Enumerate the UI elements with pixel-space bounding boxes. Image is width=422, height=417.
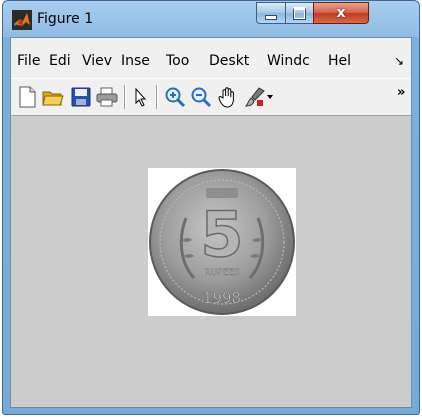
maximize-button[interactable]	[285, 2, 314, 24]
minimize-icon	[265, 14, 277, 20]
figure-client-area: File Edi Viev Inse Too Deskt Windc Hel ↘	[10, 37, 412, 408]
save-icon[interactable]	[69, 85, 93, 109]
zoom-out-icon[interactable]	[189, 85, 213, 109]
toolbar-separator	[156, 85, 158, 109]
menu-file[interactable]: File	[17, 53, 40, 69]
menu-window[interactable]: Windc	[267, 53, 310, 69]
zoom-in-icon[interactable]	[163, 85, 187, 109]
maximize-icon	[293, 6, 306, 20]
new-figure-icon[interactable]	[15, 85, 39, 109]
menu-desktop[interactable]: Deskt	[209, 53, 249, 69]
toolbar-overflow-button[interactable]: »	[397, 85, 405, 100]
figure-toolbar: »	[11, 78, 411, 116]
edit-plot-arrow-icon[interactable]	[129, 85, 153, 109]
coin-image[interactable]: 5 RUPEES 1998	[148, 168, 296, 316]
figure-window: Figure 1 x File Edi Viev Inse Too Deskt …	[2, 0, 420, 415]
chevron-right-icon[interactable]: ↘	[394, 54, 404, 68]
open-file-icon[interactable]	[41, 85, 65, 109]
coin-numeral: 5	[200, 198, 243, 271]
close-button[interactable]: x	[313, 2, 369, 24]
matlab-logo-icon	[12, 10, 32, 30]
menu-tools[interactable]: Too	[166, 53, 189, 69]
menu-insert[interactable]: Inse	[121, 53, 150, 69]
toolbar-separator	[124, 85, 126, 109]
menu-help[interactable]: Hel	[328, 53, 351, 69]
window-title: Figure 1	[37, 11, 94, 27]
print-icon[interactable]	[95, 85, 119, 109]
title-bar[interactable]: Figure 1 x	[3, 1, 419, 37]
menu-bar: File Edi Viev Inse Too Deskt Windc Hel ↘	[11, 38, 411, 78]
pan-hand-icon[interactable]	[216, 85, 240, 109]
chevron-down-icon[interactable]	[264, 85, 276, 109]
menu-view[interactable]: Viev	[82, 53, 112, 69]
menu-edit[interactable]: Edi	[49, 53, 71, 69]
minimize-button[interactable]	[256, 2, 286, 24]
coin-year: 1998	[203, 289, 241, 307]
coin-text: RUPEES	[204, 268, 240, 278]
figure-canvas: 5 RUPEES 1998	[11, 116, 411, 407]
close-icon: x	[336, 5, 346, 21]
